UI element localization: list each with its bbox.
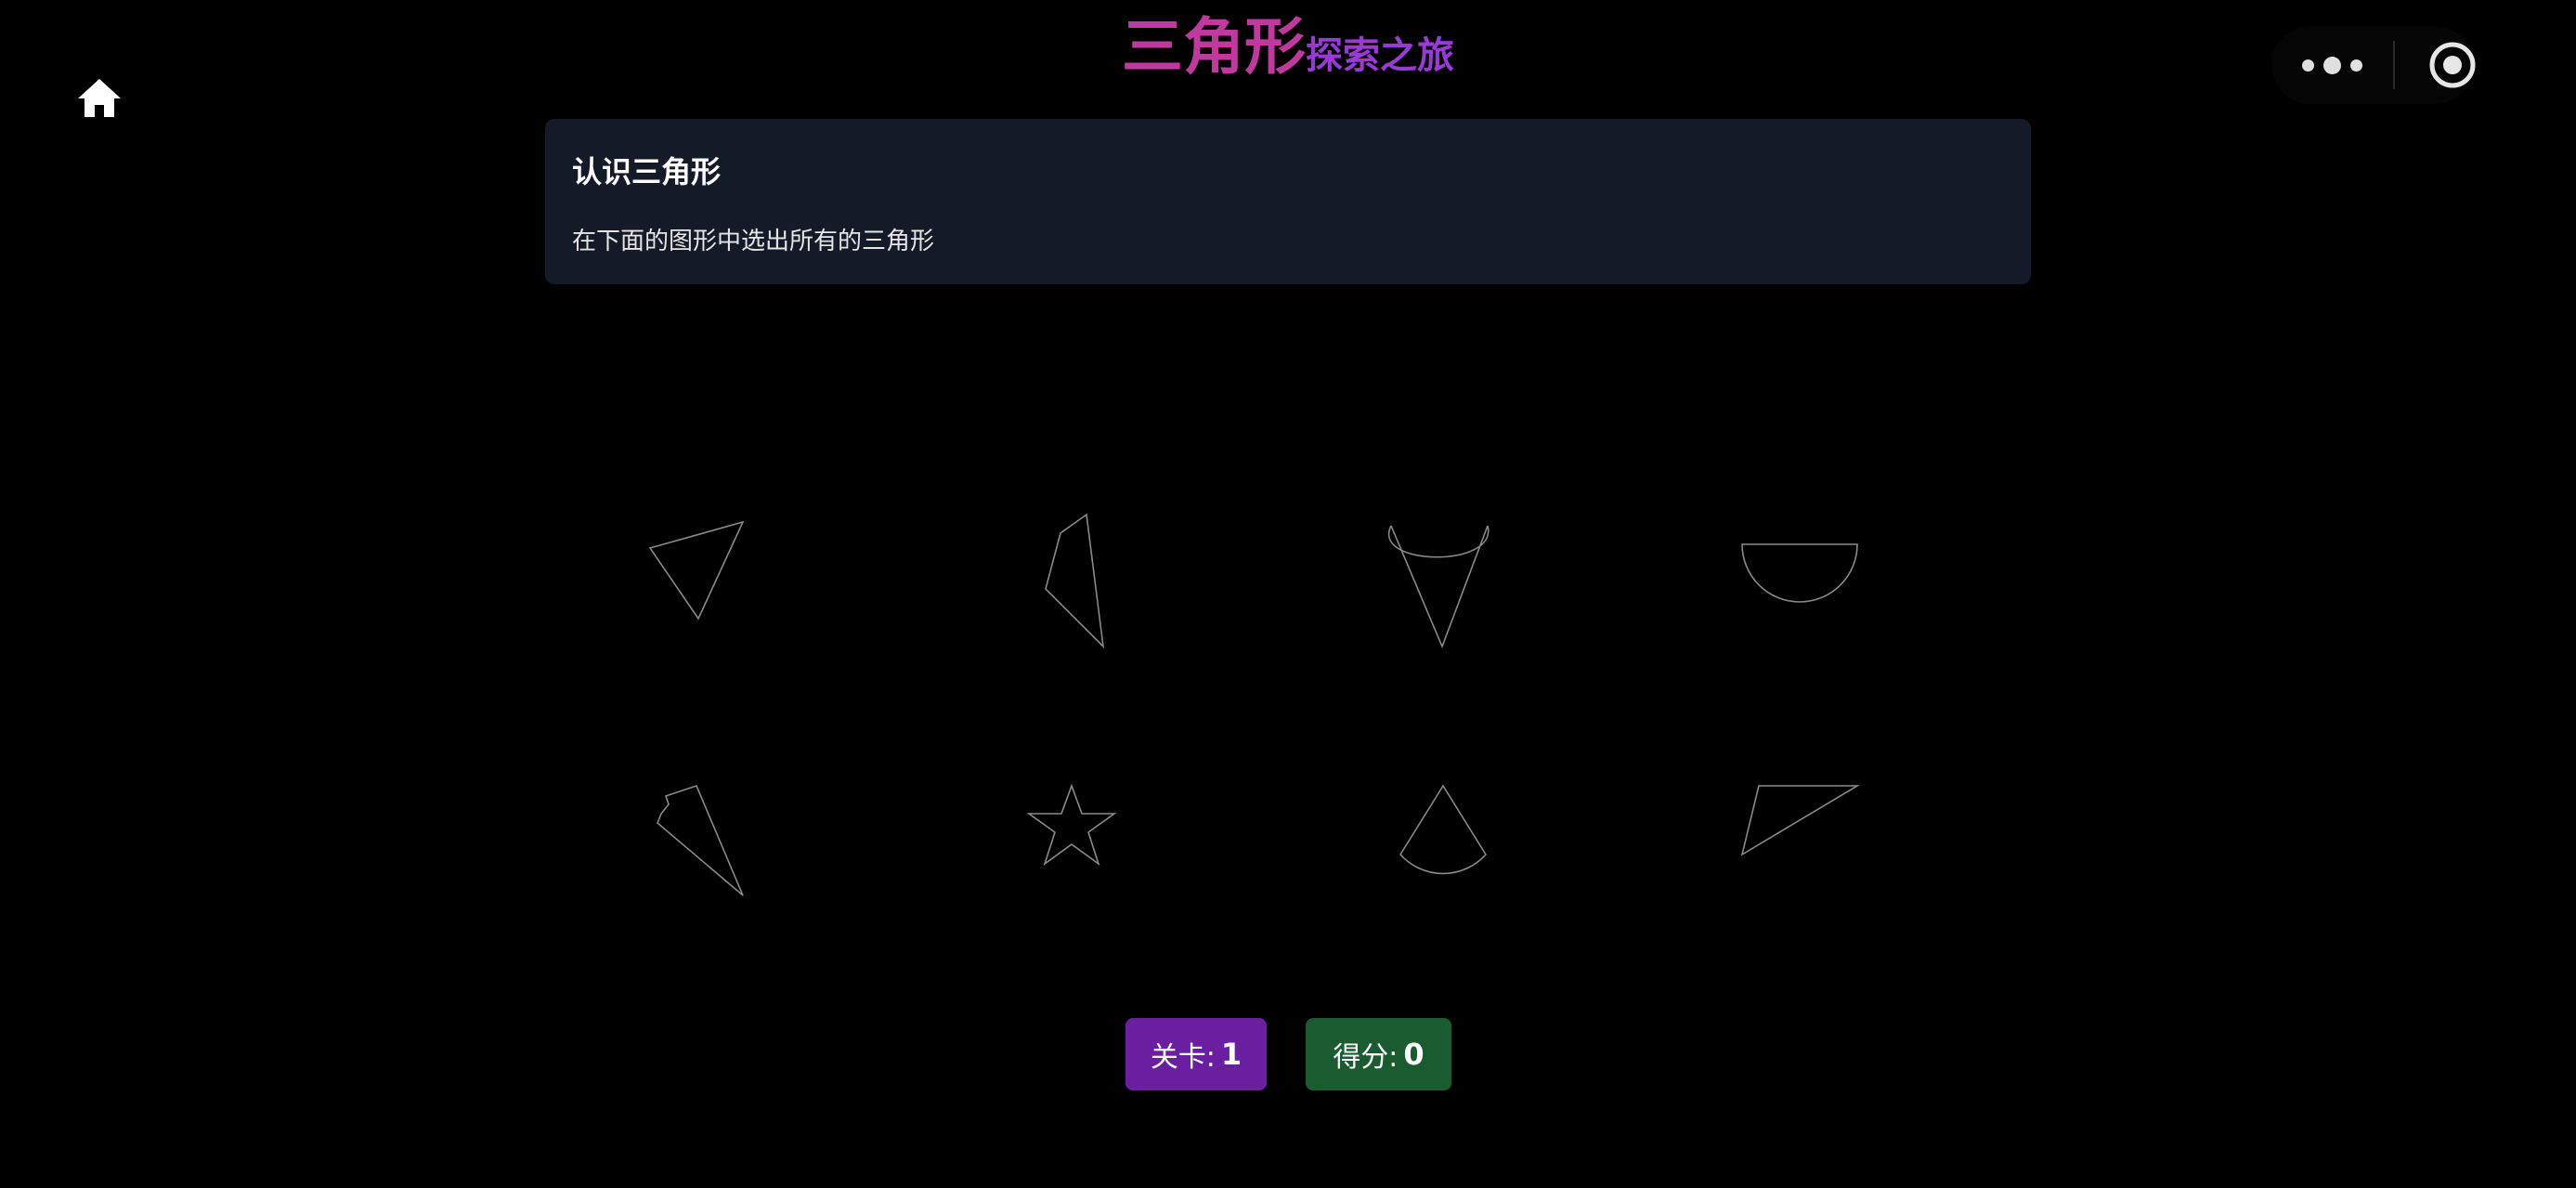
shape-triangle-2[interactable]: [1740, 782, 1860, 856]
target-close-icon[interactable]: [2427, 40, 2478, 90]
level-badge: 关卡: 1: [1125, 1018, 1267, 1090]
shape-sector[interactable]: [1397, 784, 1490, 875]
game-title: 三角形探索之旅: [0, 17, 2576, 78]
task-card: 认识三角形 在下面的图形中选出所有的三角形: [545, 119, 2031, 284]
score-label: 得分:: [1333, 1041, 1399, 1074]
task-description: 在下面的图形中选出所有的三角形: [572, 228, 935, 255]
task-title: 认识三角形: [572, 154, 722, 189]
more-dots-icon[interactable]: [2271, 26, 2392, 104]
level-label: 关卡:: [1150, 1041, 1216, 1074]
home-icon[interactable]: [76, 76, 123, 119]
capsule-menu: [2271, 26, 2476, 104]
shape-triangle-1[interactable]: [648, 520, 746, 622]
shape-star[interactable]: [1025, 783, 1118, 867]
title-main: 三角形: [1122, 11, 1306, 83]
shape-notched-triangle[interactable]: [654, 784, 747, 897]
game-screen: 三角形探索之旅 认识三角形 在下面的图形中选出所有的三角形 关卡: 1 得分: …: [0, 0, 2576, 1188]
shape-open-curve[interactable]: [1384, 522, 1501, 649]
score-badge: 得分: 0: [1306, 1018, 1451, 1090]
capsule-divider: [2393, 41, 2395, 89]
shape-semicircle[interactable]: [1740, 542, 1859, 606]
title-sub: 探索之旅: [1306, 34, 1454, 77]
score-value: 0: [1403, 1037, 1425, 1072]
level-value: 1: [1220, 1037, 1242, 1072]
shape-quadrilateral[interactable]: [1044, 513, 1105, 649]
